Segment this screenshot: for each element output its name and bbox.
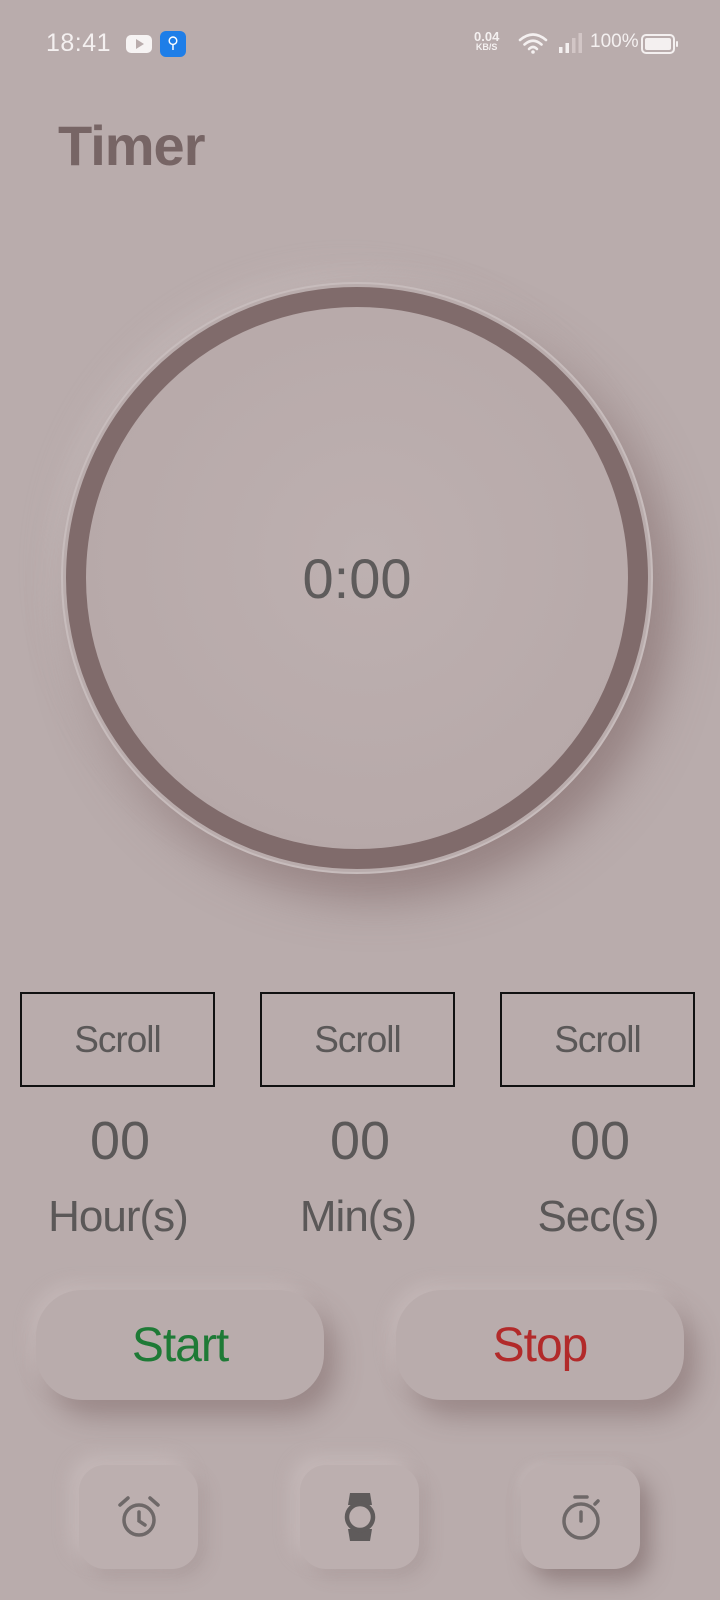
hours-value: 00 [89,1111,151,1171]
start-button[interactable]: Start [36,1290,324,1400]
stopwatch-icon [561,1495,600,1540]
network-speed-unit: KB/S [475,42,498,52]
status-bar: 18:41 ⚲ 0.04 KB/S 100% [0,0,720,90]
wifi-icon [518,33,548,54]
hours-label: Hour(s) [48,1192,189,1241]
alarm-clock-icon [117,1496,160,1537]
minutes-label: Min(s) [299,1192,417,1241]
watch-icon [344,1493,375,1541]
time-display: 0:00 [302,546,412,610]
seconds-scroll-button[interactable]: Scroll [500,992,695,1087]
nav-alarm-button[interactable] [79,1465,198,1569]
page-title: Timer [58,114,205,177]
network-speed: 0.04 KB/S [474,29,500,53]
battery-icon [641,34,678,54]
status-time: 18:41 [46,29,112,57]
hours-scroll-button[interactable]: Scroll [20,992,215,1087]
nav-clock-button[interactable] [300,1465,419,1569]
youtube-icon [126,35,152,53]
timer-progress-ring: 0:00 [66,287,648,869]
stop-button[interactable]: Stop [396,1290,684,1400]
nav-timer-button[interactable] [521,1465,640,1569]
signal-icon [559,33,582,53]
seconds-label: Sec(s) [537,1192,659,1241]
minutes-value: 00 [329,1111,391,1171]
battery-percentage: 100% [590,31,639,52]
minutes-scroll-button[interactable]: Scroll [260,992,455,1087]
seconds-value: 00 [569,1111,631,1171]
timer-dial: 0:00 [61,282,653,874]
network-speed-value: 0.04 [474,29,500,44]
usb-icon: ⚲ [160,31,186,57]
